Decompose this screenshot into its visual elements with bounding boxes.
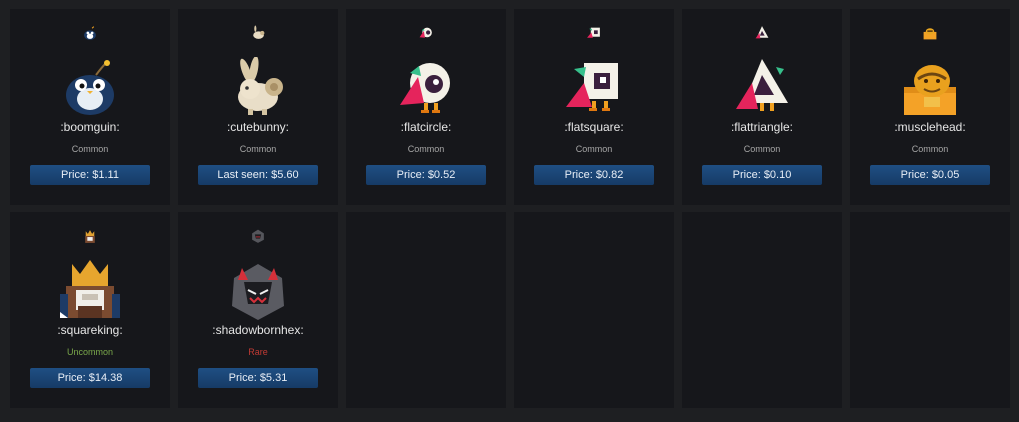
item-card-cutebunny[interactable]: :cutebunny: Common Last seen: $5.60: [178, 9, 338, 205]
shadowbornhex-emoticon-icon: [228, 260, 288, 320]
price-button[interactable]: Price: $1.11: [30, 165, 150, 185]
price-button[interactable]: Price: $14.38: [30, 368, 150, 388]
item-card-flattriangle[interactable]: :flattriangle: Common Price: $0.10: [682, 9, 842, 205]
flattriangle-small-icon: [754, 25, 770, 41]
empty-slot: [850, 212, 1010, 408]
emoticon-grid: :boomguin: Common Price: $1.11 :cutebunn…: [10, 9, 1010, 408]
cutebunny-emoticon-icon: [228, 57, 288, 117]
flatsquare-small-icon: [586, 25, 602, 41]
price-button[interactable]: Price: $5.31: [198, 368, 318, 388]
item-card-boomguin[interactable]: :boomguin: Common Price: $1.11: [10, 9, 170, 205]
flatsquare-emoticon-icon: [564, 57, 624, 117]
price-button[interactable]: Price: $0.52: [366, 165, 486, 185]
item-name: :shadowbornhex:: [212, 323, 304, 337]
boomguin-small-icon: [82, 25, 98, 41]
item-name: :flatcircle:: [400, 120, 452, 134]
musclehead-small-icon: [922, 25, 938, 41]
cutebunny-small-icon: [250, 25, 266, 41]
item-rarity: Common: [575, 144, 613, 154]
empty-slot: [346, 212, 506, 408]
item-card-musclehead[interactable]: :musclehead: Common Price: $0.05: [850, 9, 1010, 205]
boomguin-emoticon-icon: [60, 57, 120, 117]
flattriangle-emoticon-icon: [732, 57, 792, 117]
item-rarity: Uncommon: [66, 347, 113, 357]
item-name: :flattriangle:: [730, 120, 794, 134]
squareking-emoticon-icon: [60, 260, 120, 320]
item-name: :boomguin:: [60, 120, 120, 134]
item-name: :flatsquare:: [564, 120, 624, 134]
item-rarity: Common: [743, 144, 781, 154]
item-card-shadowbornhex[interactable]: :shadowbornhex: Rare Price: $5.31: [178, 212, 338, 408]
item-card-flatsquare[interactable]: :flatsquare: Common Price: $0.82: [514, 9, 674, 205]
flatcircle-emoticon-icon: [396, 57, 456, 117]
item-card-squareking[interactable]: :squareking: Uncommon Price: $14.38: [10, 212, 170, 408]
price-button[interactable]: Price: $0.05: [870, 165, 990, 185]
item-rarity: Common: [239, 144, 277, 154]
item-rarity: Rare: [248, 347, 268, 357]
price-button[interactable]: Price: $0.10: [702, 165, 822, 185]
item-name: :squareking:: [57, 323, 123, 337]
item-card-flatcircle[interactable]: :flatcircle: Common Price: $0.52: [346, 9, 506, 205]
item-name: :musclehead:: [894, 120, 966, 134]
flatcircle-small-icon: [418, 25, 434, 41]
price-button[interactable]: Price: $0.82: [534, 165, 654, 185]
item-name: :cutebunny:: [226, 120, 290, 134]
item-rarity: Common: [407, 144, 445, 154]
price-button[interactable]: Last seen: $5.60: [198, 165, 318, 185]
squareking-small-icon: [82, 228, 98, 244]
empty-slot: [682, 212, 842, 408]
empty-slot: [514, 212, 674, 408]
item-rarity: Common: [911, 144, 949, 154]
item-rarity: Common: [71, 144, 109, 154]
musclehead-emoticon-icon: [900, 57, 960, 117]
shadowbornhex-small-icon: [250, 228, 266, 244]
